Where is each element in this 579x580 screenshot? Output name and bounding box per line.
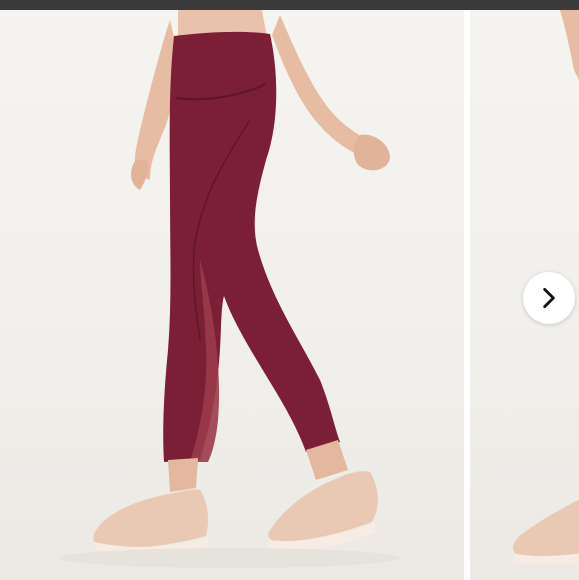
floor-shadow	[60, 548, 400, 568]
left-ankle	[168, 458, 198, 492]
left-shoe	[93, 489, 208, 549]
next-image-button[interactable]	[523, 272, 575, 324]
chevron-right-icon	[543, 287, 555, 309]
top-bar	[0, 0, 579, 10]
left-hand	[131, 160, 149, 190]
product-photo	[60, 10, 400, 568]
next-arm	[560, 10, 579, 80]
next-shoe	[513, 499, 579, 557]
right-hand	[353, 134, 390, 171]
image-carousel	[0, 10, 579, 580]
product-image-main[interactable]	[0, 10, 464, 580]
